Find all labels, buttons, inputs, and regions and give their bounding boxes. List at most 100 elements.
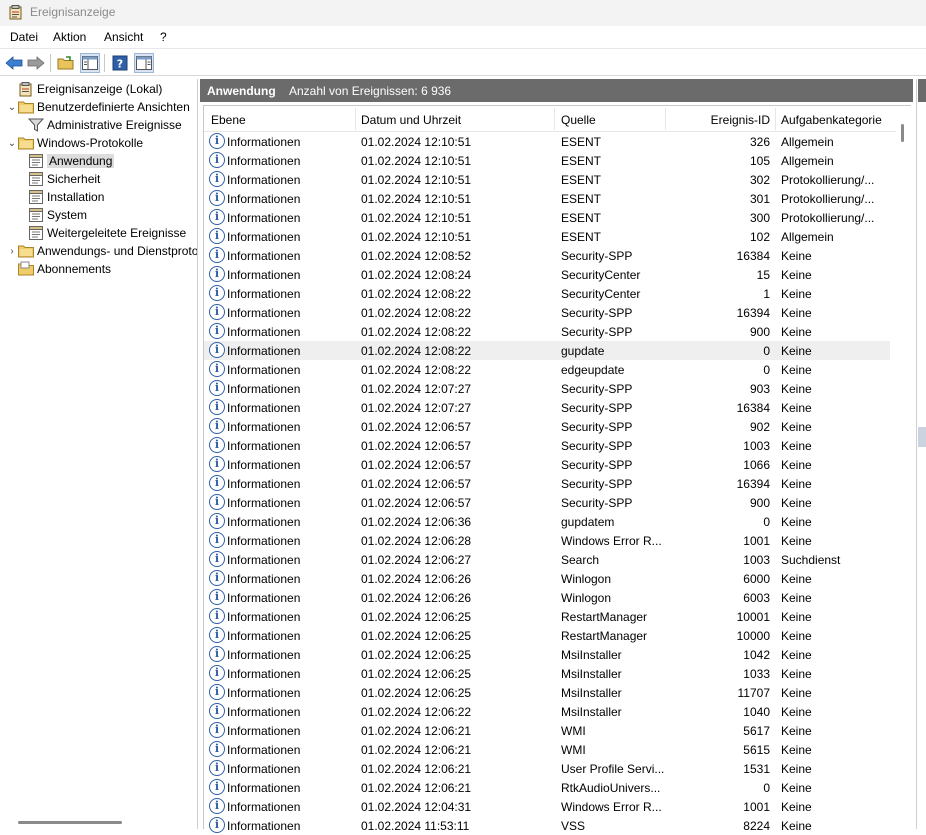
table-row[interactable]: i Informationen 01.02.2024 12:06:26 Winlogo… [204, 569, 890, 588]
show-hide-tree-icon[interactable] [80, 53, 100, 73]
table-row[interactable]: i Informationen 01.02.2024 12:08:22 edgeupd… [204, 360, 890, 379]
tree-item[interactable]: Sicherheit [28, 170, 100, 188]
cell-event-id: 102 [749, 230, 770, 244]
table-row[interactable]: i Informationen 01.02.2024 12:10:51 ESENT 10… [204, 151, 890, 170]
vertical-scrollbar[interactable] [897, 114, 911, 830]
table-row[interactable]: i Informationen 01.02.2024 12:06:57 Securit… [204, 455, 890, 474]
table-row[interactable]: i Informationen 01.02.2024 12:08:22 Securit… [204, 303, 890, 322]
cell-date: 01.02.2024 12:10:51 [361, 192, 472, 206]
tree-item[interactable]: Abonnements [6, 260, 111, 278]
cell-source: RestartManager [561, 610, 648, 624]
column-header-task-category[interactable]: Aufgabenkategorie [781, 113, 882, 127]
expand-chevron-icon[interactable]: ⌄ [6, 102, 18, 113]
table-row[interactable]: i Informationen 01.02.2024 12:10:51 ESENT 30… [204, 170, 890, 189]
table-row[interactable]: i Informationen 01.02.2024 12:08:24 Securit… [204, 265, 890, 284]
column-header-source[interactable]: Quelle [561, 113, 596, 127]
back-icon[interactable] [4, 53, 24, 73]
expand-chevron-icon[interactable]: ⌄ [6, 138, 18, 149]
table-row[interactable]: i Informationen 01.02.2024 12:06:25 Restart… [204, 607, 890, 626]
cell-event-id: 1001 [743, 800, 770, 814]
column-separator[interactable] [355, 108, 356, 130]
tree-item[interactable]: Installation [28, 188, 104, 206]
table-row[interactable]: i Informationen 01.02.2024 12:06:25 MsiInst… [204, 664, 890, 683]
table-row[interactable]: i Informationen 01.02.2024 12:06:57 Securit… [204, 474, 890, 493]
help-icon[interactable]: ? [110, 53, 130, 73]
table-row[interactable]: i Informationen 01.02.2024 12:07:27 Securit… [204, 398, 890, 417]
table-row[interactable]: i Informationen 01.02.2024 12:06:25 Restart… [204, 626, 890, 645]
tree-item[interactable]: Ereignisanzeige (Lokal) [6, 80, 162, 98]
table-row[interactable]: i Informationen 01.02.2024 12:06:21 WMI 5617… [204, 721, 890, 740]
cell-source: Winlogon [561, 591, 612, 605]
cell-source: ESENT [561, 192, 602, 206]
cell-task-category: Keine [781, 249, 812, 263]
cell-event-id: 900 [749, 496, 770, 510]
column-header-event-id[interactable]: Ereignis-ID [670, 113, 770, 127]
table-row[interactable]: i Informationen 01.02.2024 12:04:31 Windows… [204, 797, 890, 816]
table-row[interactable]: i Informationen 01.02.2024 12:06:25 MsiInst… [204, 683, 890, 702]
open-folder-icon[interactable] [56, 53, 76, 73]
table-row[interactable]: i Informationen 01.02.2024 12:10:51 ESENT 30… [204, 208, 890, 227]
tree-item-label: Weitergeleitete Ereignisse [47, 226, 187, 240]
tree-item[interactable]: › Anwendungs- und Dienstprotokolle [6, 242, 197, 260]
tree-item[interactable]: Administrative Ereignisse [28, 116, 182, 134]
cell-task-category: Keine [781, 534, 812, 548]
column-separator[interactable] [775, 108, 776, 130]
cell-event-id: 1040 [743, 705, 770, 719]
table-row[interactable]: i Informationen 01.02.2024 12:06:27 Search 1… [204, 550, 890, 569]
table-row[interactable]: i Informationen 01.02.2024 12:06:22 MsiInst… [204, 702, 890, 721]
cell-event-id: 302 [749, 173, 770, 187]
cell-date: 01.02.2024 12:08:22 [361, 344, 472, 358]
table-row[interactable]: i Informationen 01.02.2024 12:06:25 MsiInst… [204, 645, 890, 664]
table-row[interactable]: i Informationen 01.02.2024 12:06:21 RtkAudi… [204, 778, 890, 797]
menu-datei[interactable]: Datei [10, 30, 38, 44]
menu-help[interactable]: ? [160, 30, 167, 44]
cell-level: Informationen [227, 781, 301, 795]
information-icon: i [209, 418, 225, 434]
menu-aktion[interactable]: Aktion [53, 30, 86, 44]
table-row[interactable]: i Informationen 01.02.2024 12:06:28 Windows… [204, 531, 890, 550]
panel-title: Anwendung [207, 84, 276, 98]
tree-item[interactable]: ⌄ Benutzerdefinierte Ansichten [6, 98, 190, 116]
table-row[interactable]: i Informationen 01.02.2024 12:10:51 ESENT 10… [204, 227, 890, 246]
tree-item[interactable]: ⌄ Windows-Protokolle [6, 134, 143, 152]
cell-date: 01.02.2024 12:07:27 [361, 382, 472, 396]
table-row[interactable]: i Informationen 01.02.2024 12:08:22 gupdate… [204, 341, 890, 360]
tree-item[interactable]: System [28, 206, 87, 224]
tree-item[interactable]: Anwendung [28, 152, 115, 170]
table-row[interactable]: i Informationen 01.02.2024 12:06:57 Securit… [204, 493, 890, 512]
column-separator[interactable] [554, 108, 555, 130]
column-header-level[interactable]: Ebene [211, 113, 246, 127]
table-row[interactable]: i Informationen 01.02.2024 12:06:21 User Pr… [204, 759, 890, 778]
table-row[interactable]: i Informationen 01.02.2024 12:06:21 WMI 5615… [204, 740, 890, 759]
expand-chevron-icon[interactable]: › [6, 246, 18, 257]
menu-ansicht[interactable]: Ansicht [104, 30, 143, 44]
navigation-tree: Ereignisanzeige (Lokal) ⌄ Benutzerdefinier… [0, 79, 198, 829]
column-header-date[interactable]: Datum und Uhrzeit [361, 113, 461, 127]
cell-source: Windows Error R... [561, 800, 662, 814]
table-row[interactable]: i Informationen 01.02.2024 12:10:51 ESENT 32… [204, 132, 890, 151]
cell-source: MsiInstaller [561, 648, 622, 662]
svg-text:?: ? [117, 58, 123, 71]
cell-source: Security-SPP [561, 306, 633, 320]
information-icon: i [209, 532, 225, 548]
horizontal-scrollbar[interactable] [18, 821, 122, 824]
table-row[interactable]: i Informationen 01.02.2024 12:06:57 Securit… [204, 436, 890, 455]
column-separator[interactable] [665, 108, 666, 130]
cell-source: Security-SPP [561, 249, 633, 263]
scrollbar-thumb[interactable] [901, 124, 904, 142]
table-row[interactable]: i Informationen 01.02.2024 12:08:52 Securit… [204, 246, 890, 265]
show-hide-action-pane-icon[interactable] [134, 53, 154, 73]
table-row[interactable]: i Informationen 01.02.2024 12:06:36 gupdate… [204, 512, 890, 531]
table-row[interactable]: i Informationen 01.02.2024 12:06:57 Securit… [204, 417, 890, 436]
cell-date: 01.02.2024 12:06:25 [361, 648, 472, 662]
cell-task-category: Keine [781, 762, 812, 776]
table-row[interactable]: i Informationen 01.02.2024 12:10:51 ESENT 30… [204, 189, 890, 208]
table-row[interactable]: i Informationen 01.02.2024 11:53:11 VSS 8224… [204, 816, 890, 835]
tree-item[interactable]: Weitergeleitete Ereignisse [28, 224, 186, 242]
table-row[interactable]: i Informationen 01.02.2024 12:07:27 Securit… [204, 379, 890, 398]
forward-icon[interactable] [26, 53, 46, 73]
table-row[interactable]: i Informationen 01.02.2024 12:08:22 Securit… [204, 284, 890, 303]
table-row[interactable]: i Informationen 01.02.2024 12:08:22 Securit… [204, 322, 890, 341]
cell-task-category: Keine [781, 382, 812, 396]
table-row[interactable]: i Informationen 01.02.2024 12:06:26 Winlogo… [204, 588, 890, 607]
